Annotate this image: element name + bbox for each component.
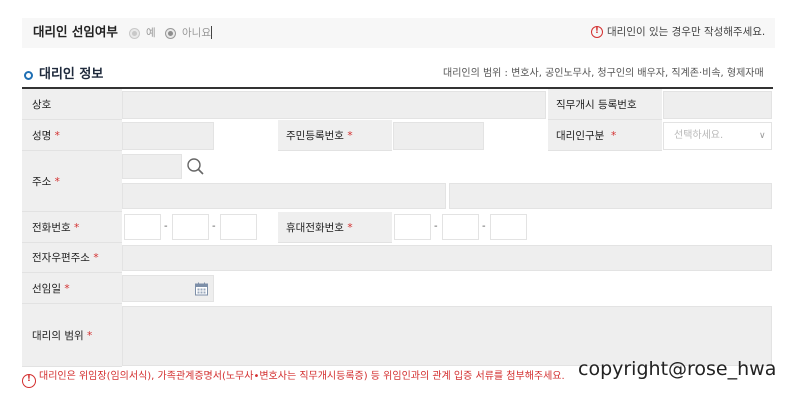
appointment-date-label: 선임일 * xyxy=(32,283,70,295)
calendar-icon[interactable] xyxy=(195,281,208,296)
phone-part2-input[interactable] xyxy=(172,214,209,240)
agent-notice: 대리인이 있는 경우만 작성해주세요. xyxy=(607,26,766,38)
agent-type-label: 대리인구분 * xyxy=(556,130,617,142)
chevron-down-icon: ∨ xyxy=(759,131,766,141)
address-label: 주소 * xyxy=(32,176,60,188)
resident-no-label: 주민등록번호 * xyxy=(286,130,353,142)
phone-separator-2: - xyxy=(212,221,216,232)
agent-selection-title: 대리인 선임여부 xyxy=(33,24,118,39)
business-reg-input[interactable] xyxy=(663,91,772,119)
phone-separator-1: - xyxy=(164,221,168,232)
scope-label: 대리의 범위 * xyxy=(32,330,93,342)
business-reg-label: 직무개시 등록번호 xyxy=(556,99,637,111)
search-icon[interactable] xyxy=(184,154,208,179)
address-detail-input[interactable] xyxy=(449,183,772,209)
mobile-label: 휴대전화번호 * xyxy=(286,222,353,234)
alert-icon: ! xyxy=(591,26,603,38)
agent-type-placeholder: 선택하세요. xyxy=(674,130,724,141)
section-title: 대리인 정보 xyxy=(39,67,104,82)
copyright-watermark: copyright@rose_hwa xyxy=(578,358,777,380)
section-scope-note: 대리인의 범위 : 변호사, 공인노무사, 청구인의 배우자, 직계존·비속, … xyxy=(443,68,764,79)
radio-yes[interactable] xyxy=(129,28,140,39)
mobile-part2-input[interactable] xyxy=(442,214,479,240)
address-main-input[interactable] xyxy=(122,183,446,209)
company-input[interactable] xyxy=(122,91,546,119)
resident-no-input[interactable] xyxy=(393,122,484,150)
mobile-separator-1: - xyxy=(434,221,438,232)
radio-no[interactable] xyxy=(165,28,176,39)
email-label: 전자우편주소 * xyxy=(32,252,99,264)
alert-icon: ! xyxy=(22,374,36,388)
name-label: 성명 * xyxy=(32,130,60,142)
section-bullet-icon xyxy=(24,71,33,80)
radio-yes-label: 예 xyxy=(146,27,156,39)
radio-no-label: 아니요 xyxy=(182,27,211,39)
mobile-separator-2: - xyxy=(482,221,486,232)
postal-code-input[interactable] xyxy=(122,154,182,179)
mobile-part1-input[interactable] xyxy=(394,214,431,240)
company-label: 상호 xyxy=(32,99,52,111)
phone-part3-input[interactable] xyxy=(220,214,257,240)
footer-notice: ! 대리인은 위임장(임의서식), 가족관계증명서(노무사•변호사는 직무개시등록… xyxy=(22,370,565,388)
name-input[interactable] xyxy=(122,122,214,150)
agent-type-select[interactable]: 선택하세요. ∨ xyxy=(663,122,772,150)
email-input[interactable] xyxy=(122,245,772,271)
phone-part1-input[interactable] xyxy=(124,214,161,240)
mobile-part3-input[interactable] xyxy=(490,214,527,240)
text-cursor xyxy=(211,26,212,39)
phone-label: 전화번호 * xyxy=(32,222,80,234)
